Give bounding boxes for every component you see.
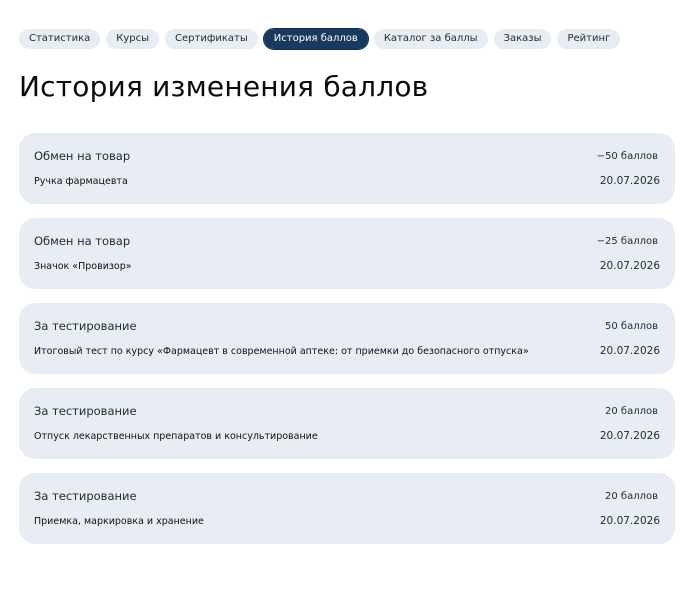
history-type: За тестирование <box>34 404 137 418</box>
history-card: За тестирование 20 баллов Отпуск лекарст… <box>19 388 675 459</box>
history-points: −50 баллов <box>596 150 658 162</box>
history-description: Ручка фармацевта <box>34 175 128 187</box>
history-type: Обмен на товар <box>34 234 131 248</box>
tab-bar: Статистика Курсы Сертификаты История бал… <box>19 27 674 50</box>
history-type: За тестирование <box>34 489 137 503</box>
history-points: 20 баллов <box>605 405 658 417</box>
tab-certificates[interactable]: Сертификаты <box>165 28 258 49</box>
history-type: За тестирование <box>34 319 137 333</box>
page: Статистика Курсы Сертификаты История бал… <box>0 0 694 600</box>
history-date: 20.07.2026 <box>599 430 660 442</box>
history-date: 20.07.2026 <box>599 260 660 272</box>
history-card: Обмен на товар −50 баллов Ручка фармацев… <box>19 133 675 204</box>
history-date: 20.07.2026 <box>599 515 660 527</box>
history-card: За тестирование 50 баллов Итоговый тест … <box>19 303 675 374</box>
tab-points-history[interactable]: История баллов <box>262 27 369 50</box>
history-points: 50 баллов <box>605 320 658 332</box>
history-card: За тестирование 20 баллов Приемка, марки… <box>19 473 675 544</box>
tab-courses[interactable]: Курсы <box>106 28 160 49</box>
history-date: 20.07.2026 <box>599 345 660 357</box>
history-date: 20.07.2026 <box>599 175 660 187</box>
history-description: Итоговый тест по курсу «Фармацевт в совр… <box>34 345 529 357</box>
tab-statistics[interactable]: Статистика <box>19 28 101 49</box>
points-history-list: Обмен на товар −50 баллов Ручка фармацев… <box>19 133 675 544</box>
history-description: Значок «Провизор» <box>34 260 132 272</box>
tab-rating[interactable]: Рейтинг <box>557 28 621 49</box>
history-description: Отпуск лекарственных препаратов и консул… <box>34 430 318 442</box>
history-type: Обмен на товар <box>34 149 131 163</box>
history-points: 20 баллов <box>605 490 658 502</box>
tab-points-catalog[interactable]: Каталог за баллы <box>373 28 488 49</box>
tab-orders[interactable]: Заказы <box>493 28 552 49</box>
history-description: Приемка, маркировка и хранение <box>34 515 204 527</box>
page-title: История изменения баллов <box>19 70 429 103</box>
history-card: Обмен на товар −25 баллов Значок «Провиз… <box>19 218 675 289</box>
history-points: −25 баллов <box>596 235 658 247</box>
